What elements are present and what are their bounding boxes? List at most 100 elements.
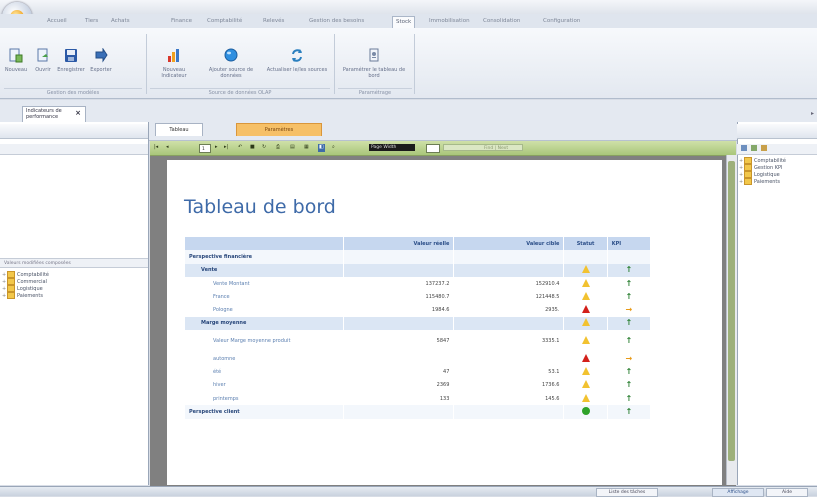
status-yellow-triangle-icon: [581, 380, 590, 389]
kpi-cell: ↑: [607, 290, 652, 304]
tree-node-label: Paiements: [17, 293, 44, 299]
ribbon-tab-immobilisation[interactable]: Immobilisation: [426, 16, 473, 27]
close-icon[interactable]: ×: [75, 110, 81, 117]
zoom-select[interactable]: Page Width: [369, 144, 415, 151]
chevron-right-icon[interactable]: ▸: [811, 110, 814, 117]
tree-node[interactable]: + Paiements: [2, 292, 49, 299]
document-tab-label: Indicateurs de performance: [26, 108, 62, 120]
table-row: Vente ↑: [185, 263, 652, 277]
find-input[interactable]: Find | Next: [443, 144, 523, 151]
tree-node[interactable]: + Gestion KPI: [739, 164, 786, 171]
refresh-sources-button[interactable]: Actualiser le/les sources: [266, 48, 328, 73]
new-button[interactable]: Nouveau: [4, 48, 28, 73]
ribbon-tab-achats[interactable]: Achats: [108, 16, 133, 27]
status-cell: [563, 303, 608, 317]
ribbon-group-separator: [414, 34, 415, 94]
globe-icon: [224, 48, 238, 62]
last-page-icon[interactable]: ▸|: [224, 144, 228, 152]
kpi-arrow-up-icon: ↑: [625, 265, 633, 275]
expand-icon[interactable]: +: [739, 179, 743, 186]
target-value: 121448.5: [453, 290, 565, 304]
row-label: Perspective client: [185, 405, 345, 419]
page-number-input[interactable]: 1: [199, 144, 211, 153]
status-cell: [563, 316, 608, 331]
expand-icon[interactable]: +: [2, 293, 6, 300]
prev-page-icon[interactable]: ◂: [166, 144, 169, 152]
kpi-cell: ↑: [607, 365, 652, 379]
scrollbar-thumb[interactable]: [728, 161, 735, 461]
open-document-icon: [37, 48, 48, 62]
add-icon[interactable]: [751, 145, 757, 151]
folder-icon[interactable]: [761, 145, 767, 151]
tasks-button[interactable]: Liste des tâches: [596, 488, 658, 497]
help-button[interactable]: Aide: [766, 488, 808, 497]
folder-icon: [744, 178, 752, 185]
ribbon-tab-configuration[interactable]: Configuration: [540, 16, 583, 27]
print-icon[interactable]: ⎙: [276, 144, 280, 152]
ribbon-tab-tiers[interactable]: Tiers: [82, 16, 101, 27]
ribbon-group-label: Gestion des modèles: [4, 88, 142, 97]
status-cell: [563, 352, 608, 366]
ribbon-group-label: Source de données OLAP: [150, 88, 330, 97]
folder-icon: [744, 171, 752, 178]
tree-node[interactable]: + Commercial: [2, 278, 49, 285]
tab-tableau[interactable]: Tableau: [155, 123, 203, 136]
new-indicator-button[interactable]: Nouveau Indicateur: [150, 48, 198, 79]
display-button[interactable]: Affichage: [712, 488, 764, 497]
status-cell: [563, 391, 608, 406]
save-button[interactable]: Enregistrer: [56, 48, 86, 73]
ribbon-tab-stock[interactable]: Stock: [392, 16, 416, 28]
ribbon-group-separator: [334, 34, 335, 94]
status-yellow-triangle-icon: [581, 291, 590, 300]
tree-node[interactable]: + Logistique: [2, 285, 49, 292]
layout-icon[interactable]: ▤: [290, 144, 295, 152]
target-value: [453, 352, 565, 366]
vertical-scrollbar[interactable]: [726, 155, 737, 485]
status-yellow-triangle-icon: [581, 278, 590, 287]
tree-view-icon[interactable]: [741, 145, 747, 151]
ribbon-tab-releves[interactable]: Relevés: [260, 16, 287, 27]
status-cell: [563, 330, 608, 353]
export-icon[interactable]: ◧: [318, 144, 325, 152]
table-row: Marge moyenne ↑: [185, 316, 652, 331]
add-datasource-button[interactable]: Ajouter source de données: [200, 48, 262, 79]
row-label: Vente: [185, 263, 345, 277]
refresh-icon: [292, 49, 302, 62]
ribbon-tab-accueil[interactable]: Accueil: [44, 16, 70, 27]
kpi-cell: ↑: [607, 330, 652, 353]
zoom-icon[interactable]: ⌕: [332, 144, 335, 152]
open-button[interactable]: Ouvrir: [32, 48, 54, 73]
kpi-cell: ↑: [607, 263, 652, 277]
column-header: Valeur réelle: [343, 237, 455, 251]
tree-node[interactable]: + Logistique: [739, 171, 786, 178]
stop-icon[interactable]: ■: [250, 144, 255, 152]
chevron-down-icon[interactable]: [426, 144, 440, 153]
tree-node[interactable]: + Paiements: [739, 178, 786, 185]
kpi-arrow-up-icon: ↑: [625, 278, 633, 288]
next-page-icon[interactable]: ▸: [215, 144, 218, 152]
ribbon-tab-comptabilite[interactable]: Comptabilité: [204, 16, 245, 27]
target-value: 2935.: [453, 303, 565, 317]
table-row: été 47 53.1 ↑: [185, 365, 652, 379]
target-value: [453, 250, 565, 264]
page-number: 1: [202, 147, 205, 152]
ribbon-tab-finance[interactable]: Finance: [168, 16, 195, 27]
actual-value: 115480.7: [343, 290, 455, 304]
back-icon[interactable]: ↶: [238, 144, 242, 152]
export-button[interactable]: Exporter: [88, 47, 114, 73]
tree-node[interactable]: + Comptabilité: [2, 271, 49, 278]
ribbon-tab-gestion-besoins[interactable]: Gestion des besoins: [306, 16, 367, 27]
first-page-icon[interactable]: |◂: [154, 144, 158, 152]
tree-node[interactable]: + Comptabilité: [739, 157, 786, 164]
tab-parametres[interactable]: Paramètres: [236, 123, 322, 136]
status-cell: [563, 250, 608, 264]
ribbon-tab-consolidation[interactable]: Consolidation: [480, 16, 523, 27]
refresh-icon[interactable]: ↻: [262, 144, 266, 152]
table-row: France 115480.7 121448.5 ↑: [185, 290, 652, 304]
configure-dashboard-button[interactable]: Paramétrer le tableau de bord: [338, 48, 410, 79]
actual-value: 47: [343, 365, 455, 379]
page-setup-icon[interactable]: ▦: [304, 144, 309, 152]
folder-icon: [7, 292, 15, 299]
table-header-row: Valeur réelle Valeur cible Statut KPI: [185, 237, 652, 251]
actual-value: 1984.6: [343, 303, 455, 317]
